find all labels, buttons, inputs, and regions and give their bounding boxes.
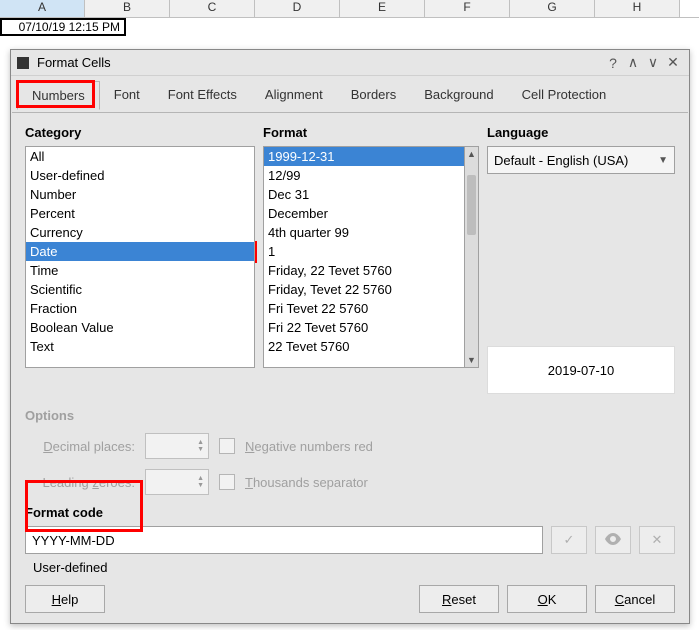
app-icon — [17, 57, 29, 69]
fmt-item-8[interactable]: Fri Tevet 22 5760 — [264, 299, 464, 318]
cat-all[interactable]: All — [26, 147, 254, 166]
col-B[interactable]: B — [85, 0, 170, 17]
col-C[interactable]: C — [170, 0, 255, 17]
format-cells-dialog: Format Cells ? ∧ ∨ ✕ Numbers Font Font E… — [10, 49, 690, 624]
negative-red-label: Negative numbers red — [245, 439, 373, 454]
help-button[interactable]: Help — [25, 585, 105, 613]
titlebar[interactable]: Format Cells ? ∧ ∨ ✕ — [11, 50, 689, 76]
category-listbox[interactable]: All User-defined Number Percent Currency… — [25, 146, 255, 368]
language-value: Default - English (USA) — [494, 153, 628, 168]
thousands-checkbox[interactable] — [219, 474, 235, 490]
column-headers: A B C D E F G H — [0, 0, 699, 18]
leading-zeroes-label: Leading zeroes: — [25, 475, 135, 490]
decimal-places-label: Decimal places: — [25, 439, 135, 454]
cat-user-defined[interactable]: User-defined — [26, 166, 254, 185]
tab-background[interactable]: Background — [410, 81, 507, 108]
col-G[interactable]: G — [510, 0, 595, 17]
col-E[interactable]: E — [340, 0, 425, 17]
fmt-item-0[interactable]: 1999-12-31 — [264, 147, 464, 166]
thousands-label: Thousands separator — [245, 475, 368, 490]
col-A[interactable]: A — [0, 0, 85, 17]
cat-fraction[interactable]: Fraction — [26, 299, 254, 318]
dialog-title: Format Cells — [37, 55, 603, 70]
cat-date[interactable]: Date — [26, 242, 254, 261]
tab-cell-protection[interactable]: Cell Protection — [508, 81, 621, 108]
spreadsheet-fragment: A B C D E F G H 07/10/19 12:15 PM — [0, 0, 699, 52]
ok-button[interactable]: OK — [507, 585, 587, 613]
format-code-label: Format code — [25, 505, 675, 520]
cross-icon: ✕ — [652, 532, 663, 548]
rollup-icon[interactable]: ∧ — [623, 53, 643, 73]
chevron-down-icon: ▼ — [658, 155, 668, 166]
format-code-input[interactable] — [25, 526, 543, 554]
col-F[interactable]: F — [425, 0, 510, 17]
cat-boolean[interactable]: Boolean Value — [26, 318, 254, 337]
leading-zeroes-spinner[interactable]: ▲▼ — [145, 469, 209, 495]
language-label: Language — [487, 125, 675, 140]
reset-button[interactable]: Reset — [419, 585, 499, 613]
options-label: Options — [25, 408, 675, 423]
tab-font[interactable]: Font — [100, 81, 154, 108]
fmt-item-6[interactable]: Friday, 22 Tevet 5760 — [264, 261, 464, 280]
format-listbox[interactable]: 1999-12-31 12/99 Dec 31 December 4th qua… — [263, 146, 465, 368]
tab-numbers[interactable]: Numbers — [17, 81, 100, 110]
format-label: Format — [263, 125, 479, 140]
fmt-item-9[interactable]: Fri 22 Tevet 5760 — [264, 318, 464, 337]
tab-borders[interactable]: Borders — [337, 81, 411, 108]
cat-time[interactable]: Time — [26, 261, 254, 280]
cat-text[interactable]: Text — [26, 337, 254, 356]
fmt-item-4[interactable]: 4th quarter 99 — [264, 223, 464, 242]
fmt-item-10[interactable]: 22 Tevet 5760 — [264, 337, 464, 356]
remove-code-button[interactable]: ✕ — [639, 526, 675, 554]
close-icon[interactable]: ✕ — [663, 53, 683, 73]
help-icon[interactable]: ? — [603, 53, 623, 73]
fmt-item-3[interactable]: December — [264, 204, 464, 223]
negative-red-checkbox[interactable] — [219, 438, 235, 454]
apply-code-button[interactable]: ✓ — [551, 526, 587, 554]
col-D[interactable]: D — [255, 0, 340, 17]
format-preview: 2019-07-10 — [487, 346, 675, 394]
tab-font-effects[interactable]: Font Effects — [154, 81, 251, 108]
cat-percent[interactable]: Percent — [26, 204, 254, 223]
cell-A1[interactable]: 07/10/19 12:15 PM — [0, 18, 126, 36]
language-select[interactable]: Default - English (USA) ▼ — [487, 146, 675, 174]
tab-bar: Numbers Font Font Effects Alignment Bord… — [11, 76, 689, 112]
maximize-icon[interactable]: ∨ — [643, 53, 663, 73]
check-icon: ✓ — [564, 532, 575, 548]
user-defined-text: User-defined — [33, 560, 675, 575]
preview-code-button[interactable] — [595, 526, 631, 554]
category-label: Category — [25, 125, 255, 140]
cat-currency[interactable]: Currency — [26, 223, 254, 242]
format-scrollbar[interactable]: ▲ ▼ — [465, 146, 479, 368]
fmt-item-1[interactable]: 12/99 — [264, 166, 464, 185]
tab-alignment[interactable]: Alignment — [251, 81, 337, 108]
fmt-item-5[interactable]: 1 — [264, 242, 464, 261]
scroll-thumb[interactable] — [467, 175, 476, 235]
eye-icon — [604, 533, 622, 548]
fmt-item-2[interactable]: Dec 31 — [264, 185, 464, 204]
fmt-item-7[interactable]: Friday, Tevet 22 5760 — [264, 280, 464, 299]
col-H[interactable]: H — [595, 0, 680, 17]
decimal-places-spinner[interactable]: ▲▼ — [145, 433, 209, 459]
scroll-down-icon[interactable]: ▼ — [465, 353, 478, 367]
scroll-up-icon[interactable]: ▲ — [465, 147, 478, 161]
cat-number[interactable]: Number — [26, 185, 254, 204]
cat-scientific[interactable]: Scientific — [26, 280, 254, 299]
cancel-button[interactable]: Cancel — [595, 585, 675, 613]
